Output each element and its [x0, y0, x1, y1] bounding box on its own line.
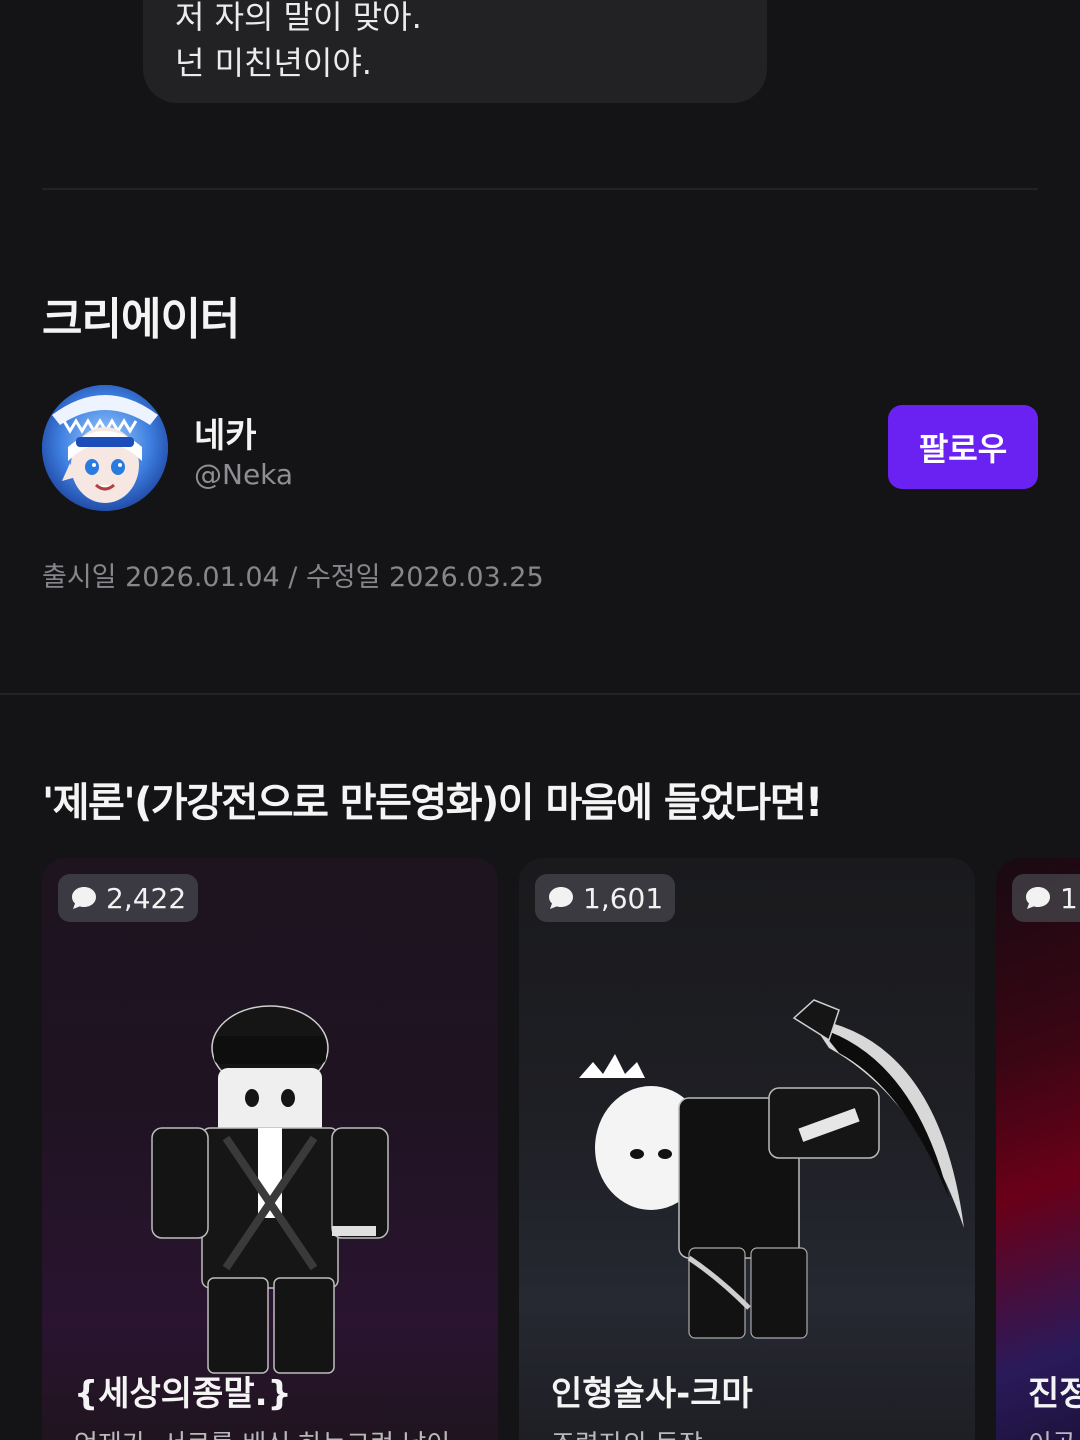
- chat-bubble-icon: [72, 887, 96, 909]
- character-image: [151, 1005, 389, 1374]
- recommend-title: '제론'(가강전으로 만든영화)이 마음에 들었다면!: [42, 780, 823, 826]
- character-image: [579, 999, 964, 1339]
- chat-count-badge: 1,: [1012, 874, 1080, 922]
- chat-line: 저 자의 말이 맞아.: [175, 0, 422, 36]
- character-image: [996, 978, 1080, 1378]
- chat-count-badge: 2,422: [58, 874, 199, 922]
- chat-line: 넌 미친년이야.: [175, 44, 372, 82]
- divider: [0, 693, 1080, 695]
- chat-count: 1,601: [583, 881, 664, 915]
- card-subtitle: 언제가, 서로를 배신 하는그런 날이: [74, 1424, 450, 1440]
- chat-bubble-icon: [1026, 887, 1050, 909]
- creator-avatar[interactable]: [42, 385, 168, 511]
- creator-name[interactable]: 네카: [194, 408, 257, 457]
- creator-section-title: 크리에이터: [42, 294, 240, 345]
- divider: [42, 188, 1038, 190]
- card-title[interactable]: 진정: [1028, 1366, 1080, 1415]
- chat-bubble: 저 자의 말이 맞아. 넌 미친년이야.: [143, 0, 767, 103]
- card-subtitle: 이곳: [1028, 1424, 1076, 1440]
- character-card[interactable]: 2,422: [42, 858, 498, 1440]
- creator-handle: @Neka: [194, 458, 294, 491]
- chat-count: 2,422: [106, 881, 187, 915]
- chat-count: 1,: [1060, 881, 1080, 915]
- release-dates: 출시일 2026.01.04 / 수정일 2026.03.25: [42, 562, 544, 593]
- follow-button[interactable]: 팔로우: [888, 405, 1038, 489]
- card-subtitle: 조력자의 등장: [551, 1424, 703, 1440]
- card-title[interactable]: 인형술사-크마: [551, 1366, 753, 1415]
- chat-bubble-icon: [549, 887, 573, 909]
- character-card[interactable]: 1,: [996, 858, 1080, 1440]
- page: 저 자의 말이 맞아. 넌 미친년이야. 크리에이터 네카 @Neka 팔로우 …: [0, 0, 1080, 1440]
- chat-count-badge: 1,601: [535, 874, 676, 922]
- character-card[interactable]: 1,601: [519, 858, 975, 1440]
- card-title[interactable]: {세상의종말.}: [74, 1366, 292, 1415]
